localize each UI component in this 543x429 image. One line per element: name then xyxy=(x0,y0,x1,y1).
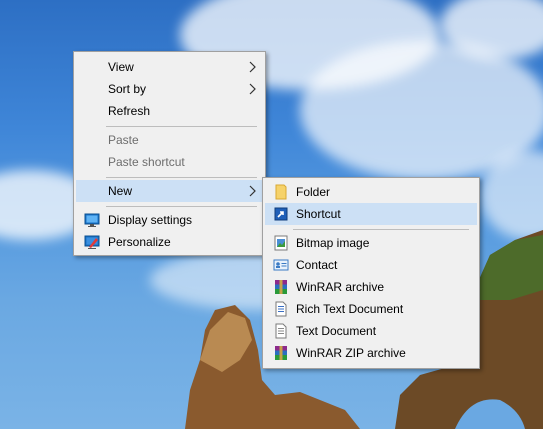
shortcut-icon xyxy=(274,207,288,221)
menu-separator xyxy=(106,206,257,207)
menu-item-personalize[interactable]: Personalize xyxy=(76,231,263,253)
submenu-item-rich-text-document[interactable]: Rich Text Document xyxy=(265,298,477,320)
chevron-right-icon xyxy=(249,83,256,95)
menu-item-label: Paste shortcut xyxy=(108,155,185,169)
menu-item-label: Rich Text Document xyxy=(296,302,404,316)
menu-item-label: New xyxy=(108,184,133,198)
submenu-item-shortcut[interactable]: Shortcut xyxy=(265,203,477,225)
menu-item-display-settings[interactable]: Display settings xyxy=(76,209,263,231)
menu-separator xyxy=(106,126,257,127)
submenu-item-bitmap-image[interactable]: Bitmap image xyxy=(265,232,477,254)
winrar-zip-archive-icon xyxy=(275,346,287,360)
menu-item-label: WinRAR ZIP archive xyxy=(296,346,406,360)
text-document-icon xyxy=(275,323,287,339)
menu-separator xyxy=(293,229,469,230)
menu-item-view[interactable]: View xyxy=(76,56,263,78)
menu-item-paste-shortcut: Paste shortcut xyxy=(76,151,263,173)
chevron-right-icon xyxy=(249,185,256,197)
menu-item-label: Shortcut xyxy=(296,207,341,221)
desktop-context-menu: View Sort by Refresh Paste Paste shortcu… xyxy=(73,51,266,256)
menu-item-label: Sort by xyxy=(108,82,147,96)
submenu-item-winrar-archive[interactable]: WinRAR archive xyxy=(265,276,477,298)
menu-item-label: Folder xyxy=(296,185,331,199)
submenu-item-contact[interactable]: Contact xyxy=(265,254,477,276)
contact-icon xyxy=(273,259,289,271)
menu-item-new[interactable]: New xyxy=(76,180,263,202)
menu-item-label: Text Document xyxy=(296,324,377,338)
monitor-icon xyxy=(84,213,100,227)
menu-item-label: Display settings xyxy=(108,213,193,227)
menu-separator xyxy=(106,177,257,178)
chevron-right-icon xyxy=(249,61,256,73)
menu-item-label: Contact xyxy=(296,258,338,272)
bitmap-image-icon xyxy=(274,235,288,251)
submenu-item-folder[interactable]: Folder xyxy=(265,181,477,203)
rich-text-document-icon xyxy=(275,301,287,317)
new-submenu: Folder Shortcut Bitmap image Contact Win… xyxy=(262,177,480,369)
menu-item-label: View xyxy=(108,60,134,74)
winrar-archive-icon xyxy=(275,280,287,294)
menu-item-sort-by[interactable]: Sort by xyxy=(76,78,263,100)
submenu-item-winrar-zip-archive[interactable]: WinRAR ZIP archive xyxy=(265,342,477,364)
submenu-item-text-document[interactable]: Text Document xyxy=(265,320,477,342)
menu-item-label: WinRAR archive xyxy=(296,280,385,294)
menu-item-label: Bitmap image xyxy=(296,236,370,250)
menu-item-label: Refresh xyxy=(108,104,151,118)
menu-item-refresh[interactable]: Refresh xyxy=(76,100,263,122)
menu-item-label: Paste xyxy=(108,133,139,147)
personalize-icon xyxy=(84,235,100,249)
menu-item-paste: Paste xyxy=(76,129,263,151)
menu-item-label: Personalize xyxy=(108,235,171,249)
folder-icon xyxy=(275,184,287,200)
